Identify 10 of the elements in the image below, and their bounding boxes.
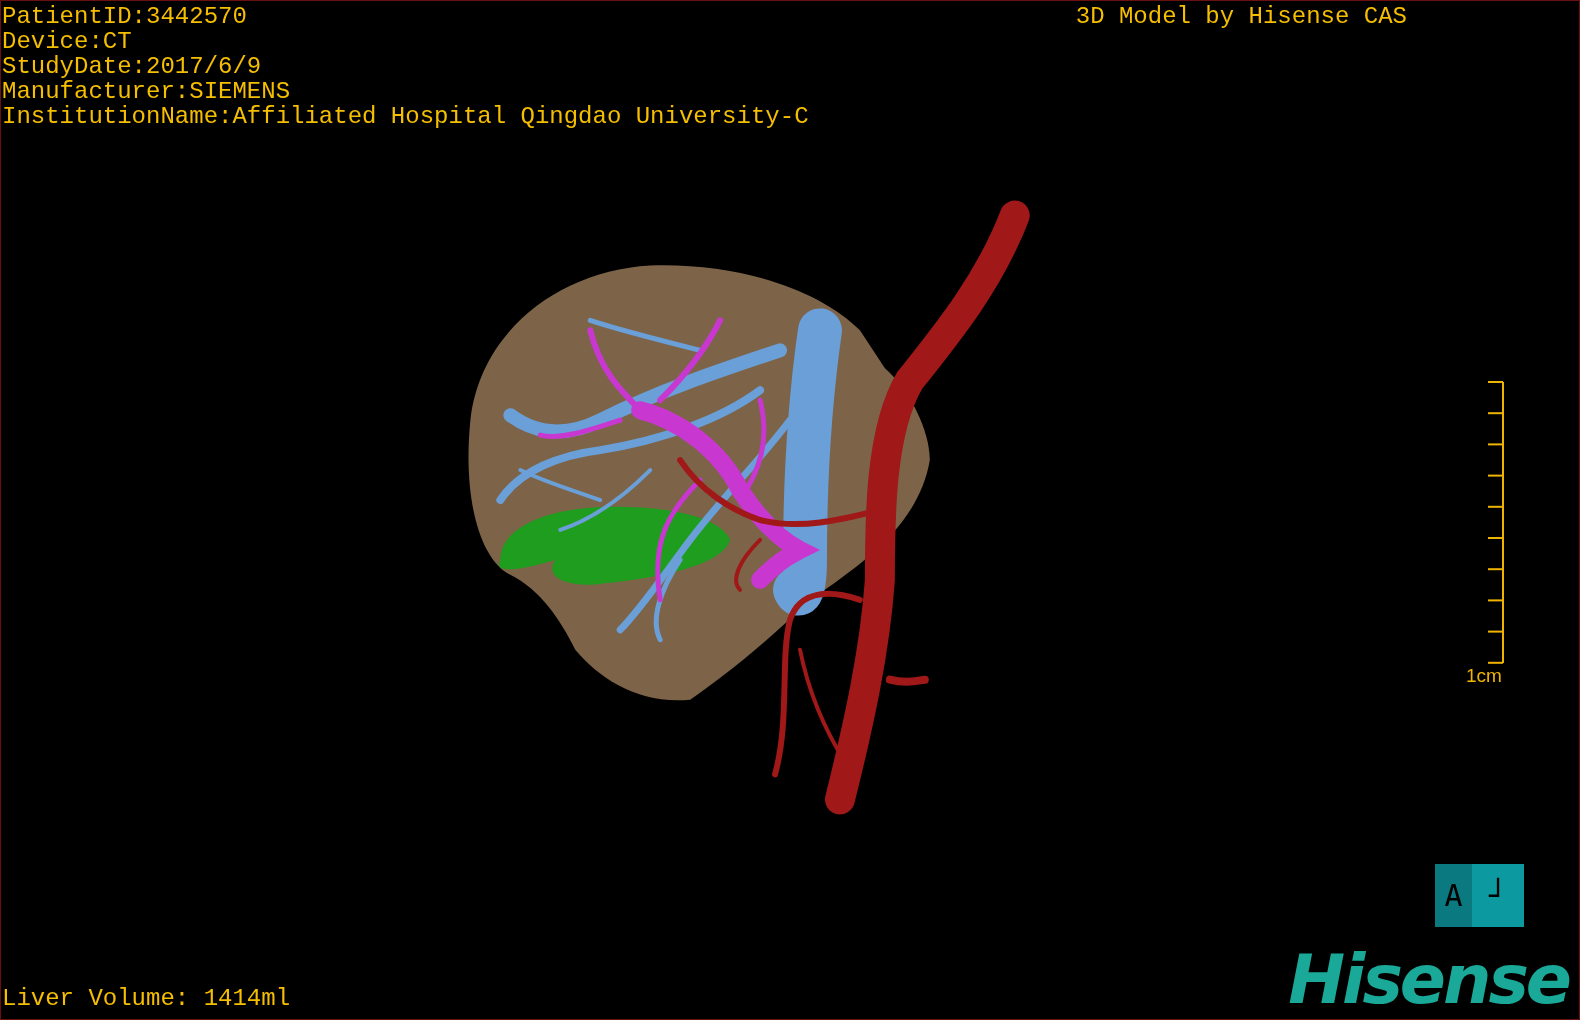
study-info-line: StudyDate:2017/6/9 [2,54,263,79]
brand-logo: Hisense [1288,949,1571,1011]
orientation-cube[interactable]: A ┘ [1435,864,1524,927]
liver-volume-text: Liver Volume: 1414ml [2,986,291,1011]
study-info-line: Manufacturer:SIEMENS [2,79,292,104]
model-credit-title: 3D Model by Hisense CAS [1075,4,1407,32]
study-info-line: InstitutionName:Affiliated Hospital Qingdao University-C [2,104,809,129]
study-info-line: PatientID:3442570 [2,4,248,29]
study-info-line: Device:CT [2,29,133,54]
scale-label: 1cm [1466,665,1502,687]
